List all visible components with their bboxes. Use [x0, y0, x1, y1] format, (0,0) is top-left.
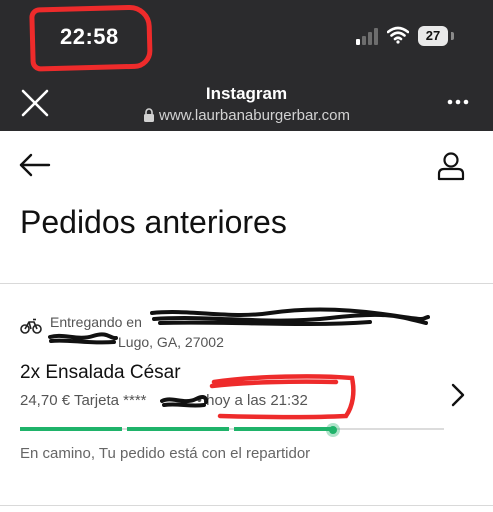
redaction-scribble: [150, 307, 430, 327]
divider: [0, 505, 493, 506]
card-masked: ****: [123, 392, 147, 409]
browser-url[interactable]: www.laurbanaburgerbar.com: [0, 107, 493, 124]
progress-marker: [326, 423, 340, 437]
cellular-signal-icon: [356, 28, 378, 45]
bicycle-icon: [20, 318, 42, 334]
url-text: www.laurbanaburgerbar.com: [159, 107, 350, 124]
redaction-scribble: [48, 332, 118, 345]
delivery-city: Lugo, GA, 27002: [118, 334, 224, 350]
delivery-label: Entregando en: [50, 314, 142, 330]
wifi-icon: [387, 26, 409, 44]
progress-segment-1: [20, 427, 122, 431]
back-arrow-icon[interactable]: [18, 152, 52, 178]
progress-segment-3: [234, 427, 334, 431]
delivery-progress-bar: [20, 427, 444, 431]
divider: [0, 283, 493, 284]
browser-title: Instagram: [205, 84, 288, 103]
annotation-circle-eta: [209, 374, 356, 420]
chevron-right-icon[interactable]: [450, 382, 466, 408]
account-icon[interactable]: [436, 150, 466, 182]
progress-segment-2: [127, 427, 229, 431]
payment-method: Tarjeta: [73, 392, 119, 409]
battery-tip-icon: [451, 32, 454, 40]
lock-icon: [144, 108, 155, 122]
more-options-icon[interactable]: [446, 98, 470, 106]
order-price: 24,70 €: [20, 392, 71, 409]
order-item-name: 2x Ensalada César: [20, 362, 181, 383]
annotation-circle-time: [29, 4, 153, 72]
battery-icon: 27: [418, 26, 448, 46]
page-title: Pedidos anteriores: [20, 204, 287, 240]
order-status: En camino, Tu pedido está con el reparti…: [20, 445, 311, 462]
redaction-scribble: [160, 395, 208, 408]
